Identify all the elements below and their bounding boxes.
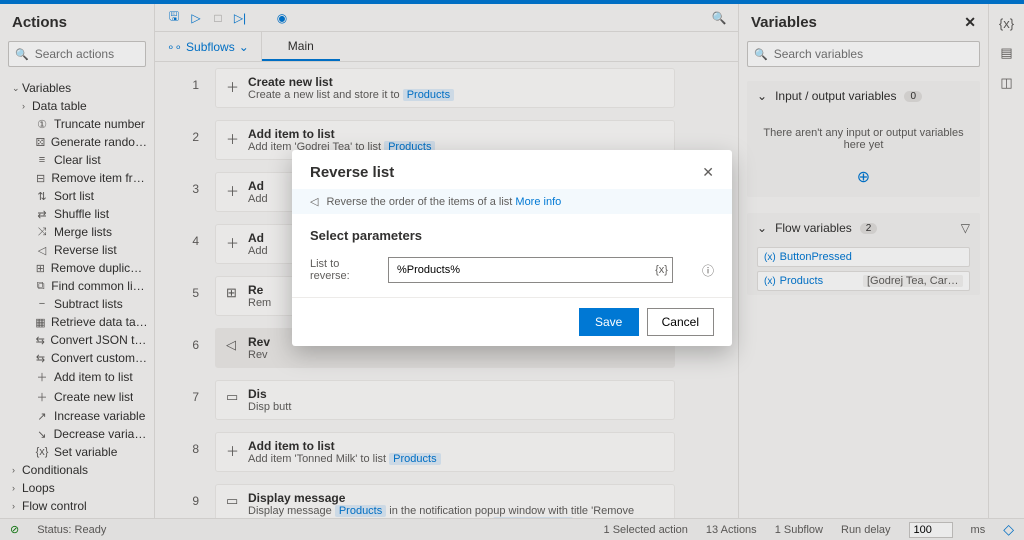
modal-overlay: Reverse list ✕ ◁ Reverse the order of th… <box>0 0 1024 540</box>
reverse-icon: ◁ <box>310 195 318 208</box>
save-button[interactable]: Save <box>579 308 639 336</box>
param-label: List to reverse: <box>310 258 380 282</box>
dialog-section-title: Select parameters <box>310 228 714 243</box>
dialog-info-banner: ◁ Reverse the order of the items of a li… <box>292 189 732 214</box>
dialog-title: Reverse list <box>310 164 394 181</box>
info-icon[interactable]: ⓘ <box>702 262 714 279</box>
variable-picker-icon[interactable]: {x} <box>655 264 668 276</box>
list-to-reverse-input[interactable] <box>388 257 673 283</box>
cancel-button[interactable]: Cancel <box>647 308 714 336</box>
close-icon[interactable]: ✕ <box>702 164 714 181</box>
more-info-link[interactable]: More info <box>515 196 561 208</box>
reverse-list-dialog: Reverse list ✕ ◁ Reverse the order of th… <box>292 150 732 346</box>
